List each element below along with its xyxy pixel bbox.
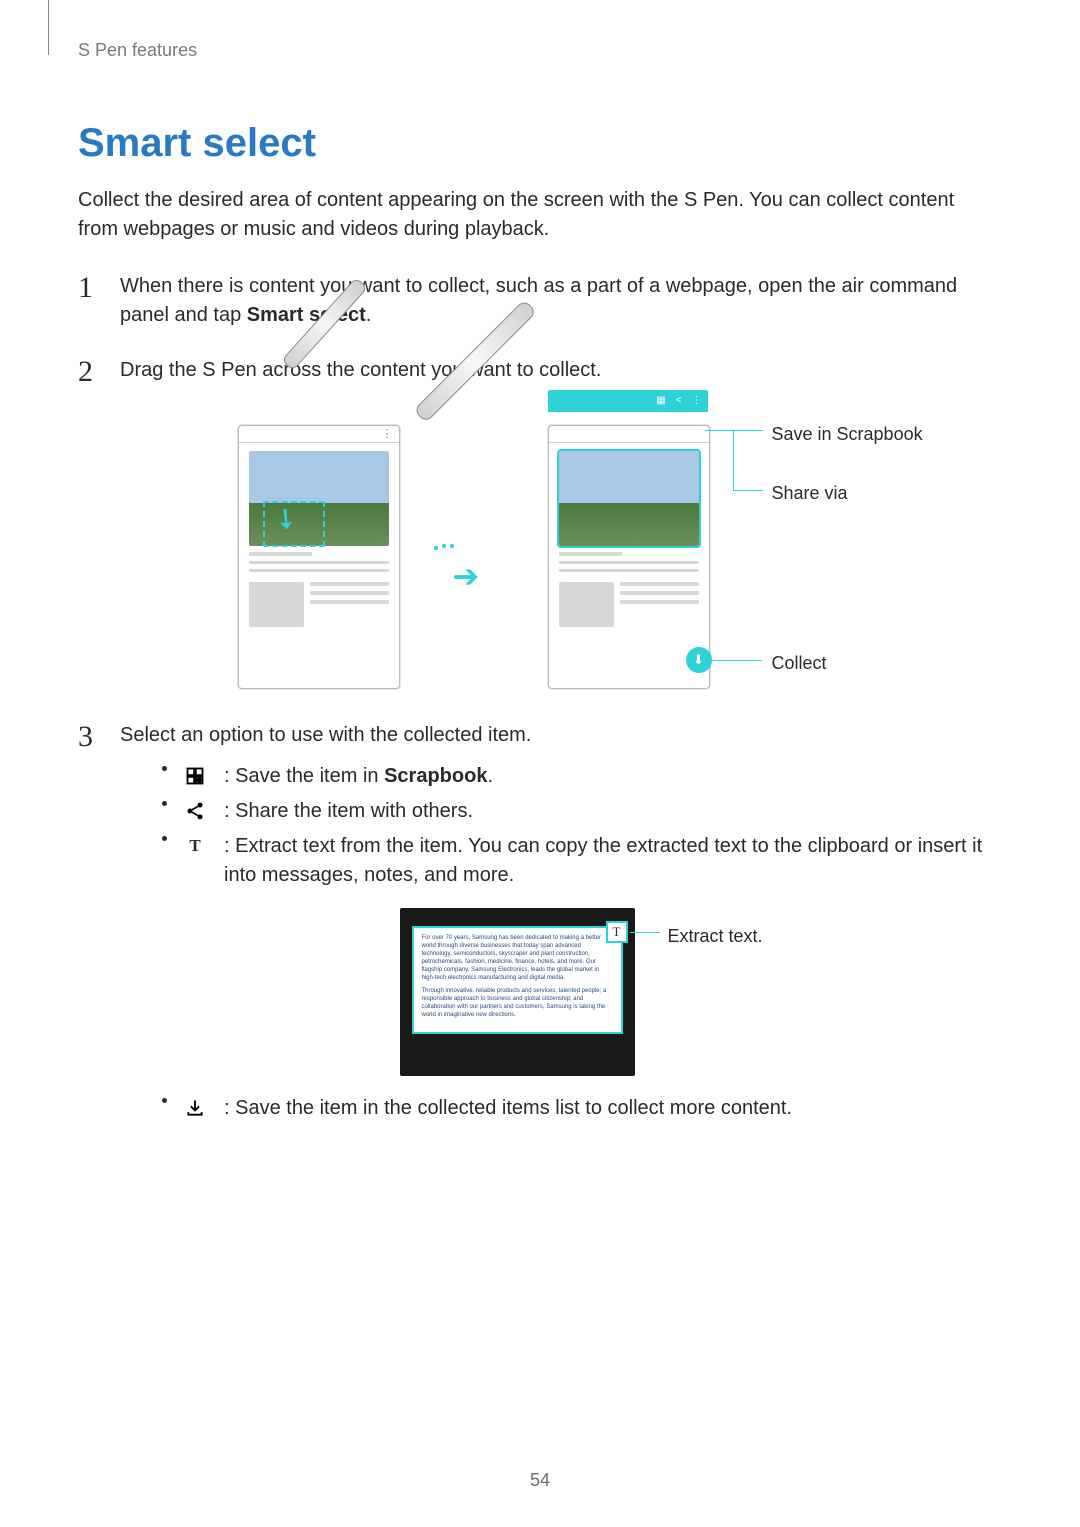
text-icon: T <box>184 835 206 857</box>
step-1: 1 When there is content you want to coll… <box>78 272 995 330</box>
extract-text-button-icon: T <box>606 921 628 943</box>
phone-before: ⋮ <box>238 425 400 689</box>
motion-trail-icon <box>434 546 438 550</box>
more-icon: ⋮ <box>692 394 702 409</box>
bullet-scrapbook: : Save the item in Scrapbook. <box>162 762 995 791</box>
step-number-2: 2 <box>78 350 93 394</box>
screenshot-dark: For over 70 years, Samsung has been dedi… <box>400 908 635 1076</box>
page-header-breadcrumb: S Pen features <box>78 40 995 61</box>
figure-extract-text: For over 70 years, Samsung has been dedi… <box>400 908 820 1078</box>
step-2: 2 Drag the S Pen across the content you … <box>78 356 995 695</box>
label-share-via: Share via <box>772 480 848 506</box>
label-extract-text: Extract text. <box>668 923 763 949</box>
text-clip: For over 70 years, Samsung has been dedi… <box>412 926 623 1034</box>
scrapbook-icon <box>184 765 206 787</box>
scrapbook-icon: ▦ <box>656 394 665 409</box>
bullet-collect-more: : Save the item in the collected items l… <box>162 1094 995 1123</box>
figure-smart-select: ⋮ ➘ ➔ ▦ < ⋮ <box>238 395 878 695</box>
bullet-share: : Share the item with others. <box>162 797 995 826</box>
step-3: 3 Select an option to use with the colle… <box>78 721 995 1123</box>
capture-toolbar: ▦ < ⋮ <box>548 390 708 412</box>
step-number-1: 1 <box>78 266 93 310</box>
share-icon <box>184 800 206 822</box>
page-number: 54 <box>0 1470 1080 1491</box>
page-title: Smart select <box>78 121 995 166</box>
arrow-right-icon: ➔ <box>453 553 480 599</box>
label-save-scrapbook: Save in Scrapbook <box>772 421 923 447</box>
bullet-extract-text: T : Extract text from the item. You can … <box>162 832 995 1078</box>
intro-paragraph: Collect the desired area of content appe… <box>78 186 995 244</box>
step-number-3: 3 <box>78 715 93 759</box>
phone-after <box>548 425 710 689</box>
share-icon: < <box>676 394 682 409</box>
download-icon <box>184 1097 206 1119</box>
collect-fab-icon: ⬇ <box>686 647 712 673</box>
label-collect: Collect <box>772 650 827 676</box>
